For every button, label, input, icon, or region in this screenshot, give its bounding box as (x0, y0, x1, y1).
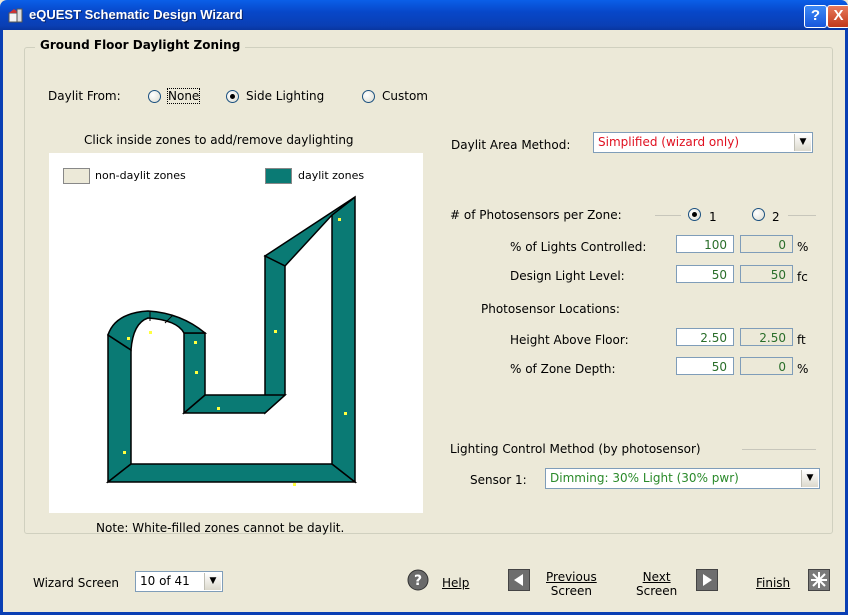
radio-photosensor-2-label[interactable]: 2 (772, 210, 780, 224)
radio-photosensor-2[interactable] (752, 208, 765, 221)
previous-screen-button[interactable]: Previous Screen (546, 570, 597, 598)
chevron-down-icon[interactable]: ▼ (794, 134, 811, 151)
chevron-down-icon[interactable]: ▼ (801, 470, 818, 487)
radio-custom[interactable] (362, 90, 375, 103)
daylit-area-method-select[interactable]: Simplified (wizard only) ▼ (593, 132, 813, 153)
svg-text:?: ? (414, 573, 422, 589)
wizard-screen-select[interactable]: 10 of 41 ▼ (135, 571, 223, 592)
title-bar: eQUEST Schematic Design Wizard ? X (0, 0, 848, 30)
radio-side-lighting-label[interactable]: Side Lighting (246, 89, 324, 103)
next-screen-button[interactable]: Next Screen (636, 570, 677, 598)
zone-depth-field-1[interactable]: 50 (676, 357, 734, 375)
equest-app-icon (8, 8, 23, 23)
plan-instruction: Click inside zones to add/remove dayligh… (84, 133, 354, 147)
sensor-1-label: Sensor 1: (470, 473, 527, 487)
finish-sparkle-icon[interactable] (808, 569, 830, 591)
daylit-area-method-label: Daylit Area Method: (451, 138, 571, 152)
height-above-floor-unit: ft (797, 333, 806, 347)
sensor-1-select[interactable]: Dimming: 30% Light (30% pwr) ▼ (545, 468, 820, 489)
finish-button[interactable]: Finish (756, 576, 790, 590)
chevron-down-icon[interactable]: ▼ (204, 573, 221, 590)
radio-side-lighting[interactable] (226, 90, 239, 103)
zone-bottom (105, 463, 358, 483)
zone-middle (264, 254, 286, 415)
lights-controlled-unit: % (797, 240, 809, 254)
plan-note: Note: White-filled zones cannot be dayli… (96, 521, 345, 535)
window-title: eQUEST Schematic Design Wizard (29, 7, 243, 22)
separator (655, 215, 681, 216)
wizard-screen-label: Wizard Screen (33, 576, 119, 590)
next-arrow-icon[interactable] (696, 569, 718, 591)
group-title: Ground Floor Daylight Zoning (35, 38, 246, 52)
design-light-unit: fc (797, 270, 808, 284)
photosensors-label: # of Photosensors per Zone: (450, 208, 622, 222)
floor-plan-drawing[interactable] (49, 153, 423, 513)
design-light-field-1[interactable]: 50 (676, 265, 734, 283)
wizard-screen-value: 10 of 41 (140, 574, 190, 588)
lighting-control-title: Lighting Control Method (by photosensor) (450, 442, 701, 456)
radio-photosensor-1[interactable] (688, 208, 701, 221)
zone-depth-label: % of Zone Depth: (510, 362, 616, 376)
separator (742, 449, 816, 450)
window-close-button[interactable]: X (827, 5, 848, 28)
previous-arrow-icon[interactable] (508, 569, 530, 591)
zone-depth-unit: % (797, 362, 809, 376)
height-above-floor-field-2: 2.50 (740, 328, 793, 346)
help-button[interactable]: Help (442, 576, 469, 590)
zone-left (107, 333, 132, 484)
separator (788, 215, 816, 216)
zone-right (331, 195, 356, 484)
lights-controlled-field-1[interactable]: 100 (676, 235, 734, 253)
daylit-area-method-value: Simplified (wizard only) (598, 135, 739, 149)
zone-depth-field-2: 0 (740, 357, 793, 375)
photosensor-locations-title: Photosensor Locations: (481, 302, 620, 316)
radio-none-label[interactable]: None (166, 88, 201, 104)
height-above-floor-field-1[interactable]: 2.50 (676, 328, 734, 346)
radio-custom-label[interactable]: Custom (382, 89, 428, 103)
sensor-1-value: Dimming: 30% Light (30% pwr) (550, 471, 739, 485)
design-light-label: Design Light Level: (510, 269, 625, 283)
window-help-button[interactable]: ? (804, 5, 827, 28)
design-light-field-2: 50 (740, 265, 793, 283)
radio-none[interactable] (148, 90, 161, 103)
radio-photosensor-1-label[interactable]: 1 (709, 210, 717, 224)
lights-controlled-label: % of Lights Controlled: (510, 240, 647, 254)
daylit-from-label: Daylit From: (48, 89, 121, 103)
floor-plan-panel[interactable]: non-daylit zones daylit zones (49, 153, 423, 513)
height-above-floor-label: Height Above Floor: (510, 333, 629, 347)
help-icon[interactable]: ? (407, 569, 429, 591)
lights-controlled-field-2: 0 (740, 235, 793, 253)
